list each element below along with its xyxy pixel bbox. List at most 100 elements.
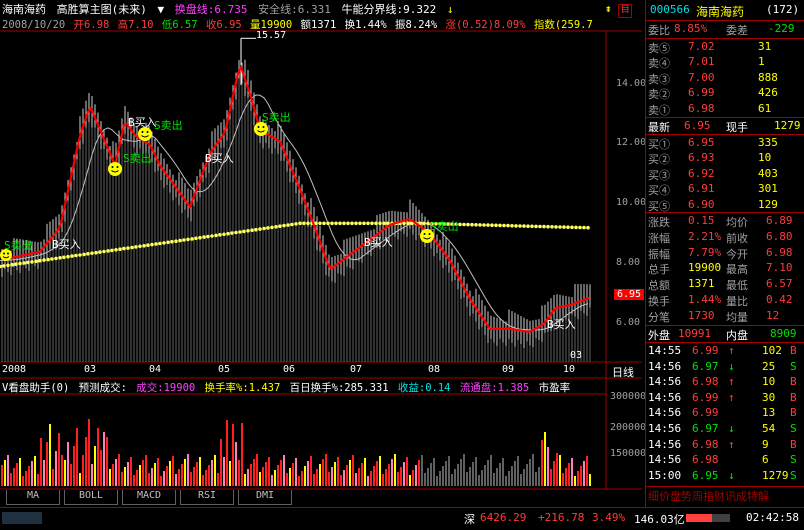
- bid-price: 6.91: [688, 182, 715, 196]
- ask-price: 7.01: [688, 55, 715, 69]
- chart-area[interactable]: 海南海药 高胜算主图(未来) ▼ 换盘线:6.735 安全线:6.331 牛能分…: [0, 0, 646, 490]
- tick-row[interactable]: 14:56 6.98 6 S: [648, 453, 803, 468]
- tick-direction: ↑: [728, 437, 735, 451]
- ask-price: 7.02: [688, 40, 715, 53]
- ask-row[interactable]: 卖① 6.98 61: [648, 102, 803, 117]
- bid-row[interactable]: 买③ 6.92 403: [648, 167, 803, 182]
- signal-label: S卖出: [154, 119, 183, 132]
- bid-price: 6.95: [688, 136, 715, 149]
- stat-row[interactable]: 涨幅 2.21% 前收 6.80: [648, 230, 803, 245]
- tick-side: B: [790, 390, 797, 404]
- bid-row[interactable]: 买⑤ 6.90 129: [648, 198, 803, 213]
- stat-value: 0.15: [688, 214, 715, 227]
- tab-dmi[interactable]: DMI: [238, 490, 292, 505]
- indicator-dropdown-icon[interactable]: ▼: [158, 3, 165, 16]
- chart-controls: ⇟ 目: [605, 2, 633, 18]
- weibi-value: 8.85%: [674, 22, 708, 35]
- tick-price: 6.99: [692, 344, 719, 357]
- tick-price: 6.99: [692, 390, 719, 404]
- tick-volume: 10: [762, 375, 776, 389]
- stat-label: 涨跌: [648, 216, 670, 229]
- tick-row[interactable]: 14:56 6.97 ↓ 54 S: [648, 422, 803, 437]
- tick-row[interactable]: 14:56 6.98 ↑ 9 B: [648, 438, 803, 453]
- niuneng-line: 牛能分界线:9.322: [341, 3, 437, 16]
- tick-price: 6.98: [692, 437, 719, 451]
- waipan-row: 外盘 10991 内盘 8909: [648, 327, 803, 342]
- price-tick: 12.00: [616, 137, 647, 148]
- ask-volume: 31: [758, 40, 772, 53]
- tick-time: 14:56: [648, 359, 682, 373]
- stat-row[interactable]: 换手 1.44% 量比 0.42: [648, 293, 803, 308]
- tick-price: 6.98: [692, 453, 719, 467]
- tick-row[interactable]: 14:56 6.97 ↓ 25 S: [648, 360, 803, 375]
- price-bars: [1, 37, 591, 362]
- stat-value: 6.80: [766, 229, 793, 243]
- tick-volume: 54: [762, 422, 776, 435]
- status-bar: 深 6426.29 +216.78 3.49% 146.03亿 02:42:58: [0, 507, 804, 530]
- bid-row[interactable]: 买② 6.93 10: [648, 151, 803, 166]
- forecast-label: 预测成交:: [78, 382, 127, 394]
- anchor-icon[interactable]: ⇟: [605, 2, 612, 15]
- kline-chart[interactable]: [0, 0, 642, 490]
- low: 低6.57: [161, 19, 198, 31]
- stat-row[interactable]: 振幅 7.79% 今开 6.98: [648, 246, 803, 261]
- amplitude: 振8.24%: [395, 19, 438, 31]
- stat-row[interactable]: 涨跌 0.15 均价 6.89: [648, 214, 803, 229]
- tab-macd[interactable]: MACD: [122, 490, 176, 505]
- tab-rsi[interactable]: RSI: [180, 490, 234, 505]
- tick-row[interactable]: 14:56 6.99 13 B: [648, 406, 803, 421]
- panel-count: (172): [766, 3, 800, 16]
- tick-side: S: [790, 453, 797, 467]
- tick-side: B: [790, 344, 797, 357]
- tick-time: 14:55: [648, 344, 682, 357]
- bid-row[interactable]: 买④ 6.91 301: [648, 182, 803, 197]
- vol-indicator-name[interactable]: V看盘助手(0): [2, 382, 69, 394]
- bid-volume: 10: [758, 151, 772, 165]
- neipan-label: 内盘: [726, 329, 748, 342]
- stat-value: 7.10: [766, 261, 793, 275]
- period-label[interactable]: 日线: [612, 364, 634, 380]
- index-pct: 3.49%: [592, 511, 626, 524]
- bid-row[interactable]: 买① 6.95 335: [648, 136, 803, 151]
- month-label: 07: [350, 364, 363, 375]
- ask-row[interactable]: 卖② 6.99 426: [648, 86, 803, 101]
- weicha-value: -229: [768, 22, 795, 35]
- ask-row[interactable]: 卖③ 7.00 888: [648, 71, 803, 86]
- indicator-name[interactable]: 高胜算主图(未来): [57, 3, 147, 16]
- ma-line: [0, 94, 589, 331]
- tick-side: S: [790, 359, 797, 373]
- stat-value: 0.42: [766, 293, 793, 306]
- stat-row[interactable]: 总额 1371 最低 6.57: [648, 277, 803, 292]
- smiley-icon: [0, 249, 12, 264]
- tick-row[interactable]: 14:56 6.98 ↑ 10 B: [648, 375, 803, 390]
- tick-row[interactable]: 14:55 6.99 ↑ 102 B: [648, 344, 803, 359]
- bid-price: 6.90: [688, 197, 715, 211]
- stat-row[interactable]: 分笔 1730 均量 12: [648, 309, 803, 324]
- tick-side: B: [790, 375, 797, 389]
- panel-footer-tabs[interactable]: 细价盘势周指财讯成特解: [648, 488, 803, 503]
- stat-label: 量比: [726, 295, 748, 308]
- tick-volume: 102: [762, 344, 782, 357]
- ask-row[interactable]: 卖④ 7.01 1: [648, 55, 803, 70]
- stat-value: 7.79%: [688, 245, 722, 259]
- tick-time: 15:00: [648, 468, 682, 482]
- minimize-icon[interactable]: 目: [618, 4, 633, 18]
- bid-label: 买⑤: [648, 199, 670, 213]
- index-amount: 146.03亿: [634, 513, 685, 526]
- tab-boll[interactable]: BOLL: [64, 490, 118, 505]
- tick-row[interactable]: 14:56 6.99 ↑ 30 B: [648, 391, 803, 406]
- updown-ratio-bar: [686, 514, 730, 522]
- index-value: 6426.29: [480, 511, 527, 524]
- ask-label: 卖⑤: [648, 42, 670, 55]
- tab-ma[interactable]: MA: [6, 490, 60, 505]
- month-label: 05: [218, 364, 231, 375]
- waipan-label: 外盘: [648, 329, 670, 342]
- stat-row[interactable]: 总手 19900 最高 7.10: [648, 261, 803, 276]
- ask-row[interactable]: 卖⑤ 7.02 31: [648, 40, 803, 55]
- neipan-value: 8909: [770, 327, 797, 340]
- tick-time: 14:56: [648, 390, 682, 404]
- smiley-icon: [254, 122, 268, 139]
- price-tick: 10.00: [616, 197, 647, 208]
- tick-row[interactable]: 15:00 6.95 ↓ 1279 S: [648, 469, 803, 484]
- float-shares: 流通盘:1.385: [459, 382, 530, 394]
